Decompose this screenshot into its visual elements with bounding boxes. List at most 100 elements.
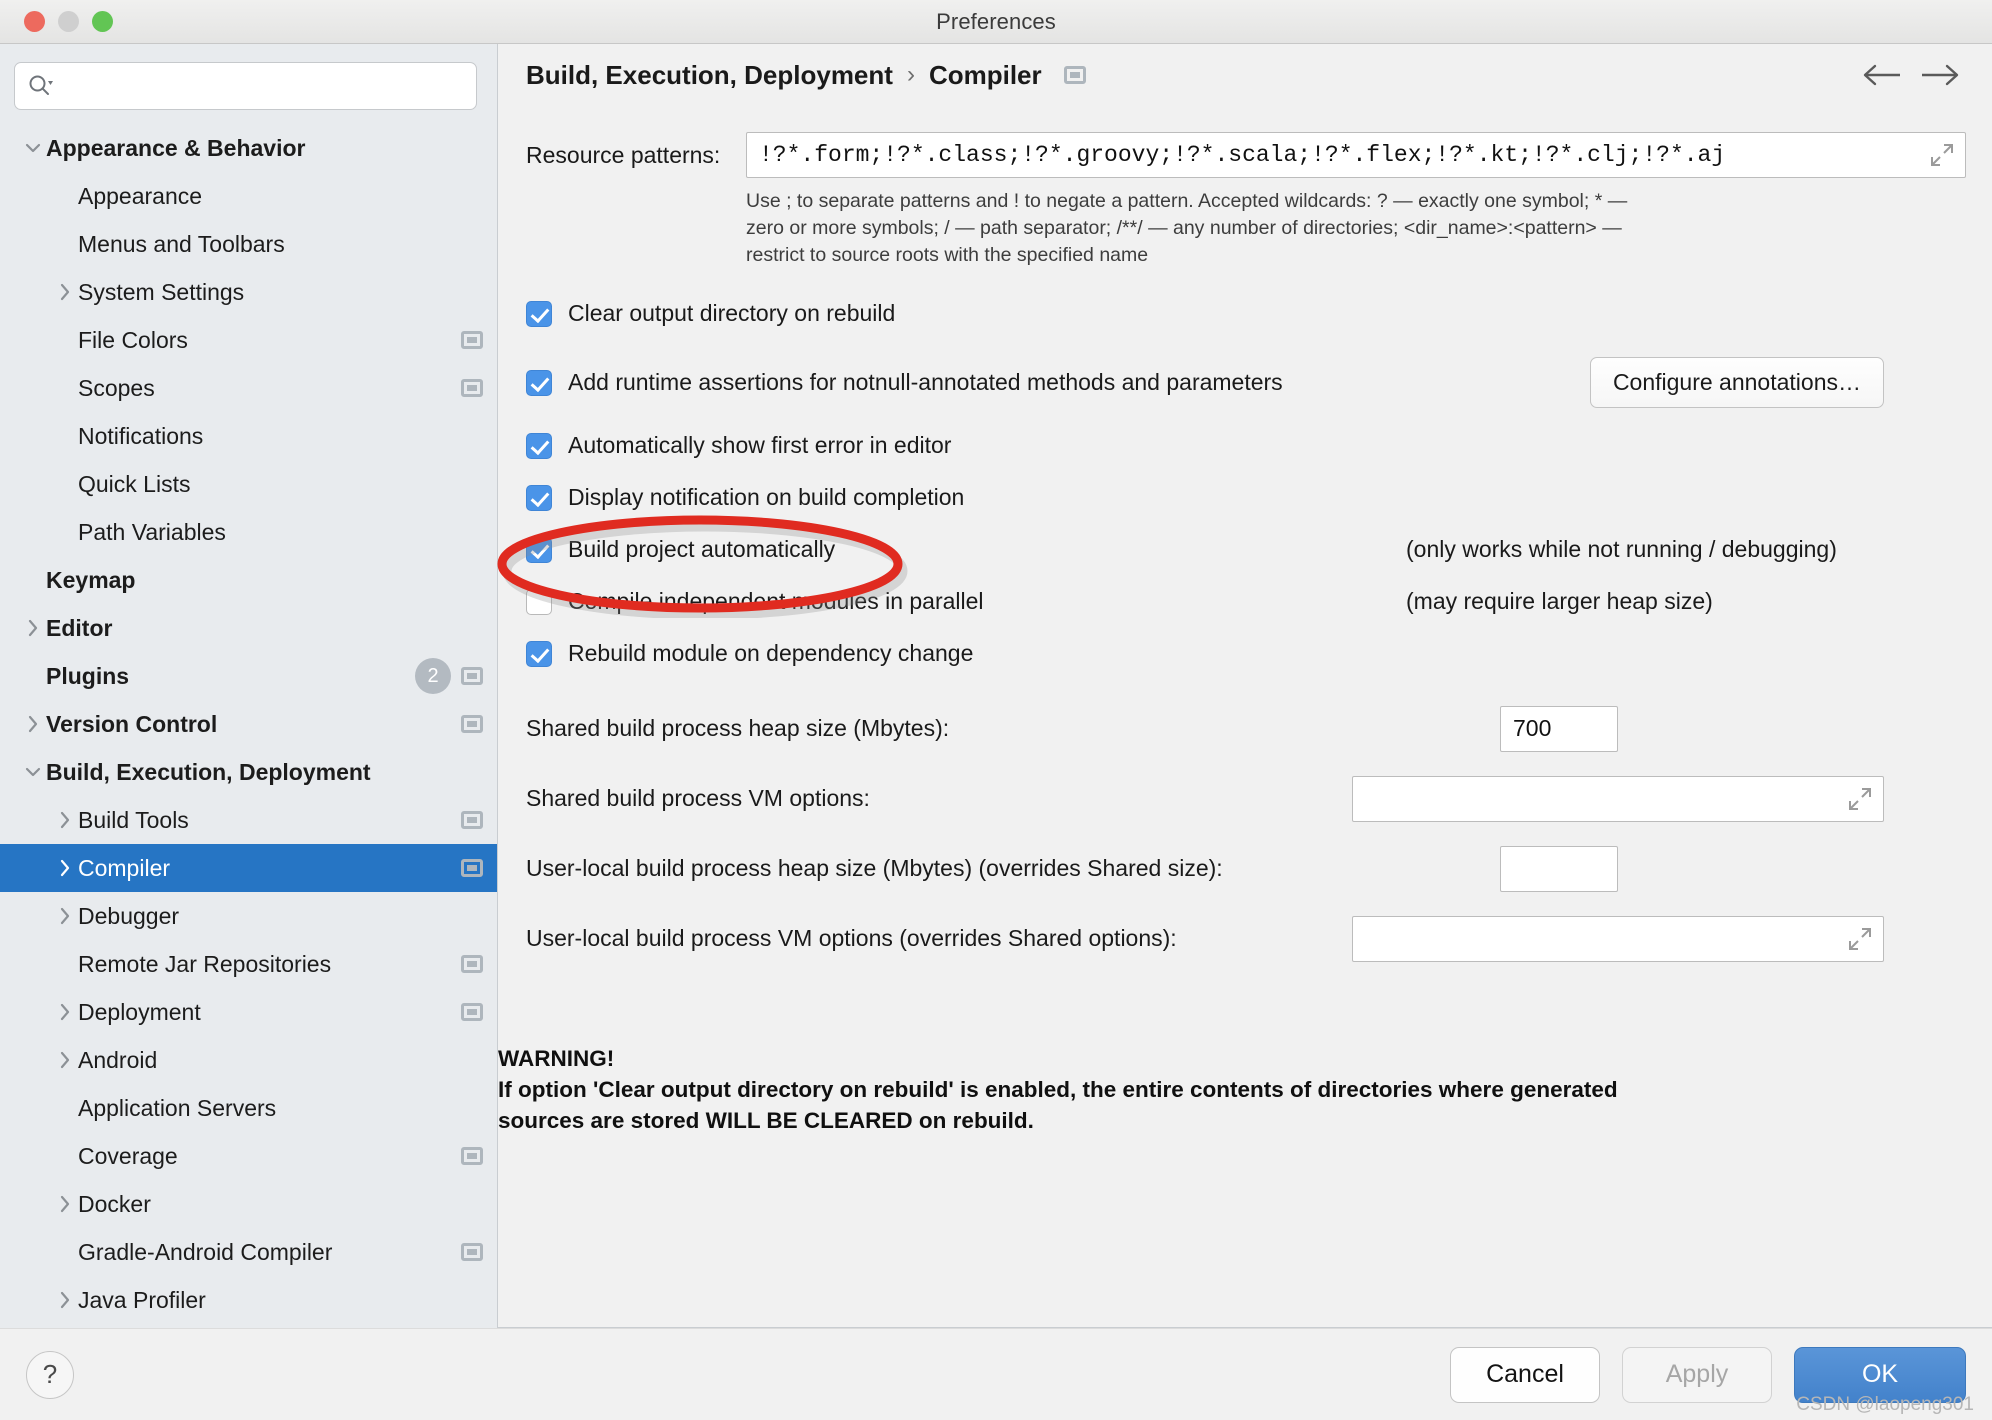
sidebar-item-appearance[interactable]: Appearance [0, 172, 497, 220]
window-body: Appearance & Behavior Appearance Menus and… [0, 44, 1992, 1328]
sidebar-item-label: System Settings [78, 278, 245, 305]
sidebar-item-menus-and-toolbars[interactable]: Menus and Toolbars [0, 220, 497, 268]
sidebar-item-system-settings[interactable]: System Settings [0, 268, 497, 316]
breadcrumb-root[interactable]: Build, Execution, Deployment [526, 60, 893, 91]
checkbox-row-notnull-assertions[interactable]: Add runtime assertions for notnull-annot… [526, 355, 1966, 411]
checkbox-label-notnull-assertions: Add runtime assertions for notnull-annot… [568, 369, 1283, 396]
project-scope-icon [1063, 66, 1086, 84]
checkbox-row-build-notification[interactable]: Display notification on build completion [526, 477, 1966, 519]
label-userlocal-heap: User-local build process heap size (Mbyt… [526, 855, 1223, 882]
sidebar-item-application-servers[interactable]: Application Servers [0, 1084, 497, 1132]
sidebar-item-debugger[interactable]: Debugger [0, 892, 497, 940]
sidebar-item-compiler[interactable]: Compiler [0, 844, 497, 892]
sidebar-item-deployment[interactable]: Deployment [0, 988, 497, 1036]
checkbox-build-notification[interactable] [526, 484, 552, 511]
chevron-right-icon[interactable] [52, 807, 78, 833]
sidebar-item-label: Remote Jar Repositories [78, 950, 332, 977]
checkbox-parallel-modules[interactable] [526, 588, 552, 615]
expand-editor-icon[interactable] [1929, 142, 1955, 168]
sidebar-item-label: Keymap [46, 566, 136, 593]
settings-tree[interactable]: Appearance & Behavior Appearance Menus and… [0, 118, 497, 1328]
chevron-right-icon[interactable] [52, 1047, 78, 1073]
sidebar-item-file-colors[interactable]: File Colors [0, 316, 497, 364]
preferences-window: Preferences Appearance & Behavior Appeara [0, 0, 1992, 1420]
sidebar-item-label: Scopes [78, 374, 155, 401]
project-scope-icon [461, 955, 483, 973]
warning-line-2: If option 'Clear output directory on reb… [498, 1076, 1618, 1102]
checkbox-notnull-assertions[interactable] [526, 369, 552, 396]
sidebar-item-coverage[interactable]: Coverage [0, 1132, 497, 1180]
sidebar-item-label: Appearance & Behavior [46, 134, 306, 161]
plugin-count-badge: 2 [415, 658, 451, 694]
note-build-automatically: (only works while not running / debuggin… [1406, 536, 1837, 563]
sidebar-item-remote-jar-repositories[interactable]: Remote Jar Repositories [0, 940, 497, 988]
sidebar-item-label: Build, Execution, Deployment [46, 758, 371, 785]
sidebar-item-java-profiler[interactable]: Java Profiler [0, 1276, 497, 1324]
expand-editor-icon[interactable] [1847, 786, 1873, 812]
sidebar-item-label: Gradle-Android Compiler [78, 1238, 333, 1265]
sidebar-item-build-tools[interactable]: Build Tools [0, 796, 497, 844]
sidebar-item-label: Menus and Toolbars [78, 230, 285, 257]
resource-patterns-input[interactable]: !?*.form;!?*.class;!?*.groovy;!?*.scala;… [746, 132, 1966, 178]
cancel-button[interactable]: Cancel [1450, 1346, 1600, 1403]
arrow-right-icon[interactable] [1916, 55, 1962, 95]
sidebar-item-quick-lists[interactable]: Quick Lists [0, 460, 497, 508]
checkbox-row-rebuild-on-dependency[interactable]: Rebuild module on dependency change [526, 633, 1966, 675]
label-shared-vm: Shared build process VM options: [526, 785, 870, 812]
sidebar-item-android[interactable]: Android [0, 1036, 497, 1084]
chevron-right-icon[interactable] [52, 1191, 78, 1217]
chevron-right-icon[interactable] [20, 711, 46, 737]
input-userlocal-vm[interactable] [1352, 915, 1884, 962]
value-shared-heap: 700 [1513, 715, 1552, 742]
sidebar-item-label: Docker [78, 1190, 151, 1217]
project-scope-icon [461, 379, 483, 397]
checkbox-rebuild-on-dependency[interactable] [526, 640, 552, 667]
breadcrumb: Build, Execution, Deployment › Compiler [498, 44, 1992, 106]
sidebar-item-build-execution-deployment[interactable]: Build, Execution, Deployment [0, 748, 497, 796]
arrow-left-icon[interactable] [1860, 55, 1906, 95]
checkbox-row-clear-output[interactable]: Clear output directory on rebuild [526, 293, 1966, 335]
sidebar-item-label: Path Variables [78, 518, 226, 545]
sidebar-item-docker[interactable]: Docker [0, 1180, 497, 1228]
chevron-right-icon[interactable] [52, 999, 78, 1025]
sidebar-item-gradle-android-compiler[interactable]: Gradle-Android Compiler [0, 1228, 497, 1276]
checkbox-show-first-error[interactable] [526, 432, 552, 459]
build-process-fields: Shared build process heap size (Mbytes):… [526, 701, 1966, 967]
input-userlocal-heap[interactable] [1500, 845, 1618, 892]
chevron-right-icon[interactable] [20, 615, 46, 641]
apply-button[interactable]: Apply [1622, 1346, 1772, 1403]
chevron-right-icon[interactable] [52, 279, 78, 305]
input-shared-heap[interactable]: 700 [1500, 705, 1618, 752]
sidebar-item-plugins[interactable]: Plugins 2 [0, 652, 497, 700]
checkbox-clear-output[interactable] [526, 300, 552, 327]
warning-line-1: WARNING! [498, 1046, 615, 1071]
hint-line-1: Use ; to separate patterns and ! to nega… [746, 190, 1628, 212]
sidebar-item-appearance-behavior[interactable]: Appearance & Behavior [0, 124, 497, 172]
chevron-down-icon[interactable] [20, 759, 46, 785]
checkbox-row-build-automatically[interactable]: Build project automatically (only works … [526, 529, 1966, 571]
sidebar-item-label: Version Control [46, 710, 218, 737]
checkbox-build-automatically[interactable] [526, 536, 552, 563]
chevron-right-icon[interactable] [52, 855, 78, 881]
warning-line-3: sources are stored WILL BE CLEARED on re… [498, 1107, 1034, 1133]
chevron-right-icon[interactable] [52, 903, 78, 929]
sidebar-item-version-control[interactable]: Version Control [0, 700, 497, 748]
sidebar-item-scopes[interactable]: Scopes [0, 364, 497, 412]
help-button[interactable]: ? [26, 1350, 74, 1399]
checkbox-row-show-first-error[interactable]: Automatically show first error in editor [526, 425, 1966, 467]
chevron-down-icon[interactable] [20, 135, 46, 161]
search-input[interactable] [53, 74, 464, 98]
checkbox-row-parallel-modules[interactable]: Compile independent modules in parallel … [526, 581, 1966, 623]
sidebar-item-keymap[interactable]: Keymap [0, 556, 497, 604]
input-shared-vm[interactable] [1352, 775, 1884, 822]
chevron-right-icon[interactable] [52, 1287, 78, 1313]
project-scope-icon [461, 1003, 483, 1021]
project-scope-icon [461, 859, 483, 877]
search-box[interactable] [14, 62, 477, 110]
configure-annotations-button[interactable]: Configure annotations… [1589, 357, 1884, 409]
resource-patterns-hint: Use ; to separate patterns and ! to nega… [746, 188, 1966, 269]
sidebar-item-notifications[interactable]: Notifications [0, 412, 497, 460]
expand-editor-icon[interactable] [1847, 926, 1873, 952]
sidebar-item-editor[interactable]: Editor [0, 604, 497, 652]
sidebar-item-path-variables[interactable]: Path Variables [0, 508, 497, 556]
